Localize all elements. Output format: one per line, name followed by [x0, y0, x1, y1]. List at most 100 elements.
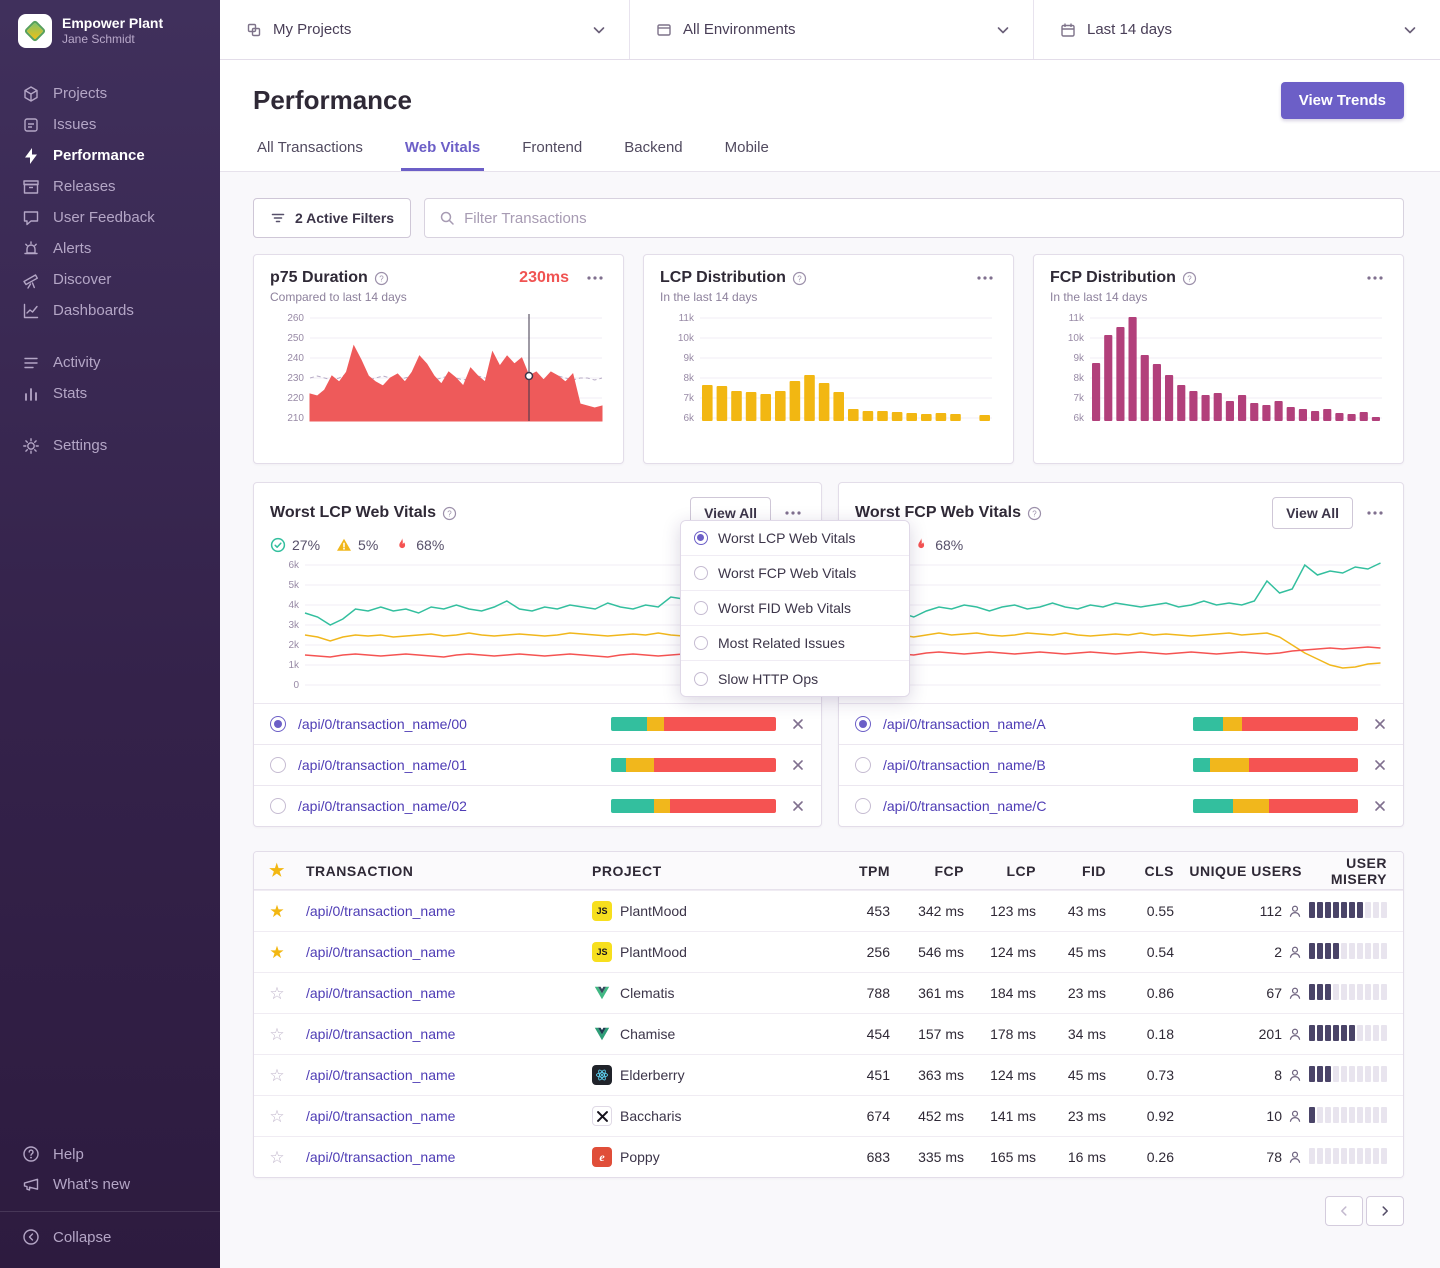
- radio-button[interactable]: [270, 798, 286, 814]
- svg-text:?: ?: [1032, 509, 1037, 518]
- transaction-link[interactable]: /api/0/transaction_name/B: [883, 757, 1046, 773]
- transaction-link[interactable]: /api/0/transaction_name/A: [883, 716, 1046, 732]
- transaction-link[interactable]: /api/0/transaction_name: [306, 985, 455, 1001]
- column-header-unique-users[interactable]: UNIQUE USERS: [1174, 863, 1302, 879]
- tab-frontend[interactable]: Frontend: [518, 139, 586, 171]
- column-header-tpm[interactable]: TPM: [830, 863, 890, 879]
- sidebar-item-alerts[interactable]: Alerts: [0, 233, 220, 264]
- sidebar-item-activity[interactable]: Activity: [0, 347, 220, 378]
- sidebar-item-dashboards[interactable]: Dashboards: [0, 295, 220, 326]
- card-menu-button[interactable]: [1363, 507, 1387, 519]
- fire-icon: [913, 537, 929, 553]
- svg-text:3k: 3k: [288, 620, 300, 631]
- column-header-cls[interactable]: CLS: [1106, 863, 1174, 879]
- star-icon[interactable]: ★: [269, 903, 284, 920]
- star-icon[interactable]: ☆: [269, 985, 284, 1002]
- card-menu-button[interactable]: [781, 507, 805, 519]
- column-header-project[interactable]: PROJECT: [580, 863, 830, 879]
- column-header-transaction[interactable]: TRANSACTION: [300, 863, 580, 879]
- sidebar-item-discover[interactable]: Discover: [0, 264, 220, 295]
- tab-mobile[interactable]: Mobile: [721, 139, 773, 171]
- question-icon[interactable]: ?: [792, 271, 807, 286]
- environment-icon: [656, 22, 672, 38]
- column-header-fid[interactable]: FID: [1036, 863, 1106, 879]
- tab-web-vitals[interactable]: Web Vitals: [401, 139, 484, 171]
- star-icon[interactable]: ☆: [269, 1067, 284, 1084]
- transaction-link[interactable]: /api/0/transaction_name/C: [883, 798, 1046, 814]
- transaction-link[interactable]: /api/0/transaction_name: [306, 1108, 455, 1124]
- sidebar-item-releases[interactable]: Releases: [0, 171, 220, 202]
- transactions-table: ★ TRANSACTION PROJECT TPM FCP LCP FID CL…: [253, 851, 1404, 1178]
- menu-item-worst-lcp[interactable]: Worst LCP Web Vitals: [681, 521, 909, 556]
- menu-item-most-related-issues[interactable]: Most Related Issues: [681, 626, 909, 661]
- card-menu-button[interactable]: [583, 272, 607, 284]
- menu-item-worst-fid[interactable]: Worst FID Web Vitals: [681, 591, 909, 626]
- search-input[interactable]: [464, 210, 1389, 227]
- date-range-selector[interactable]: Last 14 days: [1034, 0, 1440, 59]
- project-selector[interactable]: My Projects: [220, 0, 630, 59]
- sidebar-item-label: Settings: [53, 437, 107, 454]
- transaction-link[interactable]: /api/0/transaction_name: [306, 944, 455, 960]
- radio-button[interactable]: [270, 716, 286, 732]
- environment-selector[interactable]: All Environments: [630, 0, 1034, 59]
- transaction-link[interactable]: /api/0/transaction_name: [306, 903, 455, 919]
- org-switcher[interactable]: Empower Plant Jane Schmidt: [0, 0, 220, 48]
- issues-icon: [22, 116, 40, 134]
- column-header-lcp[interactable]: LCP: [964, 863, 1036, 879]
- sidebar-item-whats-new[interactable]: What's new: [0, 1169, 220, 1199]
- radio-button[interactable]: [270, 757, 286, 773]
- sidebar-collapse-button[interactable]: Collapse: [0, 1222, 220, 1252]
- close-icon[interactable]: [1373, 799, 1387, 813]
- close-icon[interactable]: [1373, 717, 1387, 731]
- close-icon[interactable]: [791, 799, 805, 813]
- sidebar-item-label: Performance: [53, 147, 145, 164]
- sidebar-item-performance[interactable]: Performance: [0, 140, 220, 171]
- close-icon[interactable]: [1373, 758, 1387, 772]
- question-icon[interactable]: ?: [1182, 271, 1197, 286]
- sidebar-item-projects[interactable]: Projects: [0, 78, 220, 109]
- next-page-button[interactable]: [1366, 1196, 1404, 1226]
- card-menu-button[interactable]: [1363, 272, 1387, 284]
- view-trends-button[interactable]: View Trends: [1281, 82, 1404, 119]
- vitals-transaction-row: /api/0/transaction_name/A: [839, 703, 1403, 744]
- close-icon[interactable]: [791, 717, 805, 731]
- sidebar-item-user-feedback[interactable]: User Feedback: [0, 202, 220, 233]
- tab-backend[interactable]: Backend: [620, 139, 686, 171]
- column-header-fcp[interactable]: FCP: [890, 863, 964, 879]
- activity-icon: [22, 354, 40, 372]
- star-icon[interactable]: ☆: [269, 1108, 284, 1125]
- pagination: [253, 1196, 1404, 1264]
- radio-button[interactable]: [855, 798, 871, 814]
- transaction-link[interactable]: /api/0/transaction_name: [306, 1149, 455, 1165]
- transaction-link[interactable]: /api/0/transaction_name: [306, 1067, 455, 1083]
- card-menu-button[interactable]: [973, 272, 997, 284]
- stats-icon: [22, 385, 40, 403]
- column-header-user-misery[interactable]: USER MISERY: [1302, 855, 1387, 887]
- active-filters-button[interactable]: 2 Active Filters: [253, 198, 411, 238]
- star-icon[interactable]: ☆: [269, 1149, 284, 1166]
- radio-button[interactable]: [855, 716, 871, 732]
- transaction-link[interactable]: /api/0/transaction_name/00: [298, 716, 467, 732]
- star-icon[interactable]: ☆: [269, 1026, 284, 1043]
- tab-all-transactions[interactable]: All Transactions: [253, 139, 367, 171]
- transaction-link[interactable]: /api/0/transaction_name/02: [298, 798, 467, 814]
- star-icon[interactable]: ★: [269, 862, 285, 879]
- sidebar: Empower Plant Jane Schmidt Projects Issu…: [0, 0, 220, 1268]
- question-icon[interactable]: ?: [374, 271, 389, 286]
- transaction-link[interactable]: /api/0/transaction_name/01: [298, 757, 467, 773]
- question-icon[interactable]: ?: [442, 506, 457, 521]
- previous-page-button[interactable]: [1325, 1196, 1363, 1226]
- transaction-link[interactable]: /api/0/transaction_name: [306, 1026, 455, 1042]
- sidebar-item-stats[interactable]: Stats: [0, 378, 220, 409]
- sidebar-item-help[interactable]: Help: [0, 1139, 220, 1169]
- view-all-button[interactable]: View All: [1272, 497, 1353, 529]
- radio-button[interactable]: [855, 757, 871, 773]
- sidebar-item-settings[interactable]: Settings: [0, 430, 220, 461]
- star-icon[interactable]: ★: [269, 944, 284, 961]
- close-icon[interactable]: [791, 758, 805, 772]
- menu-item-worst-fcp[interactable]: Worst FCP Web Vitals: [681, 556, 909, 591]
- question-icon[interactable]: ?: [1027, 506, 1042, 521]
- card-title: Worst LCP Web Vitals: [270, 504, 436, 522]
- menu-item-slow-http-ops[interactable]: Slow HTTP Ops: [681, 661, 909, 696]
- sidebar-item-issues[interactable]: Issues: [0, 109, 220, 140]
